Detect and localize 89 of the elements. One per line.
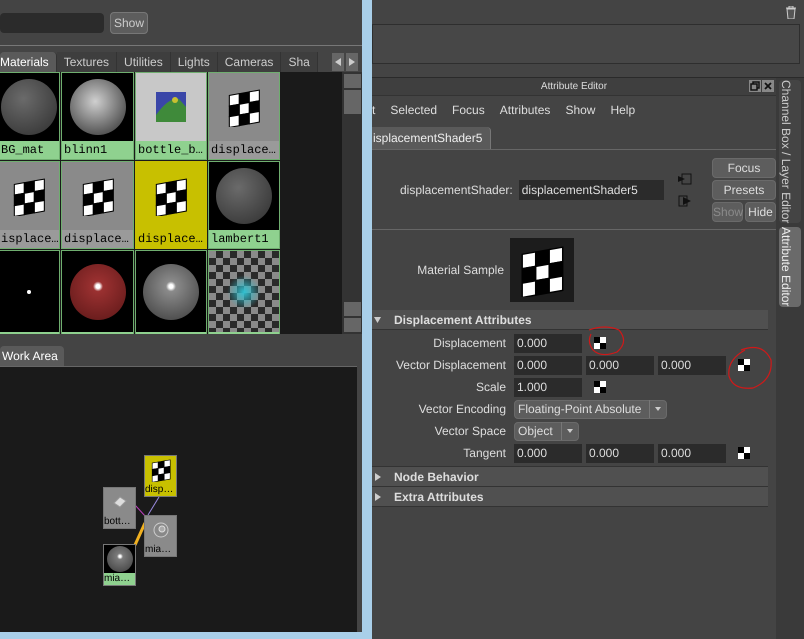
node-tab[interactable]: isplacementShader5 (372, 127, 492, 149)
menu-item[interactable]: Attributes (500, 101, 550, 119)
menu-item[interactable]: Show (565, 101, 596, 119)
editor-button[interactable]: Hide (745, 202, 776, 222)
side-tab[interactable]: Channel Box / Layer Editor (779, 80, 801, 224)
field-label: displacementShader: (400, 182, 513, 198)
editor-button[interactable]: Presets (712, 180, 776, 200)
show-button[interactable]: Show (110, 12, 148, 34)
value-field[interactable]: 0.000 (514, 444, 582, 462)
trash-icon[interactable] (786, 6, 796, 18)
attribute-label: Tangent (462, 445, 506, 462)
material-swatch[interactable]: displace… (208, 72, 280, 160)
side-tab[interactable]: Attribute Editor (779, 227, 801, 307)
work-area-tab[interactable]: Work Area (0, 346, 64, 366)
node-label: disp… (145, 484, 174, 496)
menu-item[interactable]: Focus (452, 101, 485, 119)
attribute-label: Vector Space (434, 423, 506, 440)
menu-item[interactable]: t (372, 101, 376, 119)
swatch-label: displace… (62, 230, 133, 248)
section-header[interactable]: Node Behavior (372, 467, 768, 487)
attribute-label: Scale (474, 379, 506, 396)
material-swatch[interactable] (0, 250, 60, 334)
node-name-field[interactable]: displacementShader5 (518, 180, 664, 200)
material-swatch[interactable]: BG_mat (0, 72, 60, 160)
node-label: mia… (104, 573, 135, 585)
material-swatch[interactable]: bottle_b… (135, 72, 207, 160)
attribute-label: Displacement (432, 335, 506, 352)
shader-node[interactable]: disp… (144, 455, 177, 497)
shader-node[interactable]: mia… (103, 544, 136, 586)
editor-button[interactable]: Focus (712, 158, 776, 178)
material-swatch[interactable]: displace… (61, 161, 134, 249)
left-arrow-icon (335, 58, 341, 66)
swatch-label: isplace… (0, 230, 59, 248)
input-connection-icon[interactable] (678, 172, 692, 184)
checker-map-icon[interactable] (594, 337, 606, 349)
tab[interactable]: Cameras (218, 52, 282, 72)
value-field[interactable]: 1.000 (514, 378, 582, 396)
section-header[interactable]: Extra Attributes (372, 487, 768, 507)
material-swatch[interactable]: displace… (135, 161, 207, 249)
sample-label: Material Sample (416, 262, 504, 279)
shader-node-icon (152, 521, 170, 539)
checker-map-icon[interactable] (594, 381, 606, 393)
tab[interactable]: Textures (56, 52, 118, 72)
tab[interactable]: Materials (0, 52, 57, 72)
attribute-label: Vector Displacement (394, 357, 506, 374)
node-label: mia… (145, 544, 172, 556)
close-icon[interactable] (762, 80, 774, 92)
material-swatch[interactable] (61, 250, 134, 334)
right-arrow-icon (349, 58, 355, 66)
tab[interactable]: Utilities (117, 52, 171, 72)
value-field[interactable]: 0.000 (586, 444, 654, 462)
value-field[interactable]: 0.000 (658, 356, 726, 374)
swatch-label: lambert1 (209, 230, 279, 248)
menu-item[interactable]: Help (610, 101, 636, 119)
swatch-label: blinn1 (62, 141, 133, 159)
value-field[interactable]: 0.000 (586, 356, 654, 374)
material-swatch[interactable]: blinn1 (61, 72, 134, 160)
shader-node[interactable]: mia… (144, 515, 177, 557)
expanded-arrow-icon (374, 316, 382, 324)
value-field[interactable]: 0.000 (514, 334, 582, 352)
section-header[interactable]: Displacement Attributes (372, 310, 768, 330)
swatch-label: BG_mat (0, 141, 59, 159)
material-swatch[interactable]: isplace… (0, 161, 60, 249)
search-field[interactable] (0, 12, 104, 32)
tab[interactable]: Lights (170, 52, 218, 72)
node-label: bott… (104, 516, 132, 528)
sphere-preview (106, 546, 132, 572)
collapsed-arrow-icon (374, 472, 382, 480)
checker-map-icon[interactable] (738, 359, 750, 371)
menu-item[interactable]: Selected (390, 101, 438, 119)
scroll-left-button[interactable] (332, 53, 344, 71)
dropdown[interactable]: Floating-Point Absolute (514, 400, 668, 418)
float-window-icon[interactable] (749, 80, 761, 92)
swatch-label: displace… (209, 141, 279, 159)
shader-node[interactable]: bott… (103, 487, 136, 529)
value-field[interactable]: 0.000 (514, 356, 582, 374)
value-field[interactable]: 0.000 (658, 444, 726, 462)
scroll-right-button[interactable] (346, 53, 358, 71)
material-swatch[interactable] (135, 250, 207, 334)
material-swatch[interactable]: lambert1 (208, 161, 280, 249)
checker-map-icon[interactable] (738, 447, 750, 459)
dropdown[interactable]: Object (514, 422, 579, 440)
tab[interactable]: Sha (281, 52, 318, 72)
swatch-label: bottle_b… (136, 141, 206, 159)
texture-node-icon (112, 495, 128, 509)
attribute-label: Vector Encoding (418, 401, 506, 418)
collapsed-arrow-icon (374, 492, 382, 500)
scrollbar[interactable] (342, 72, 362, 334)
panel-title: Attribute Editor (540, 80, 608, 94)
